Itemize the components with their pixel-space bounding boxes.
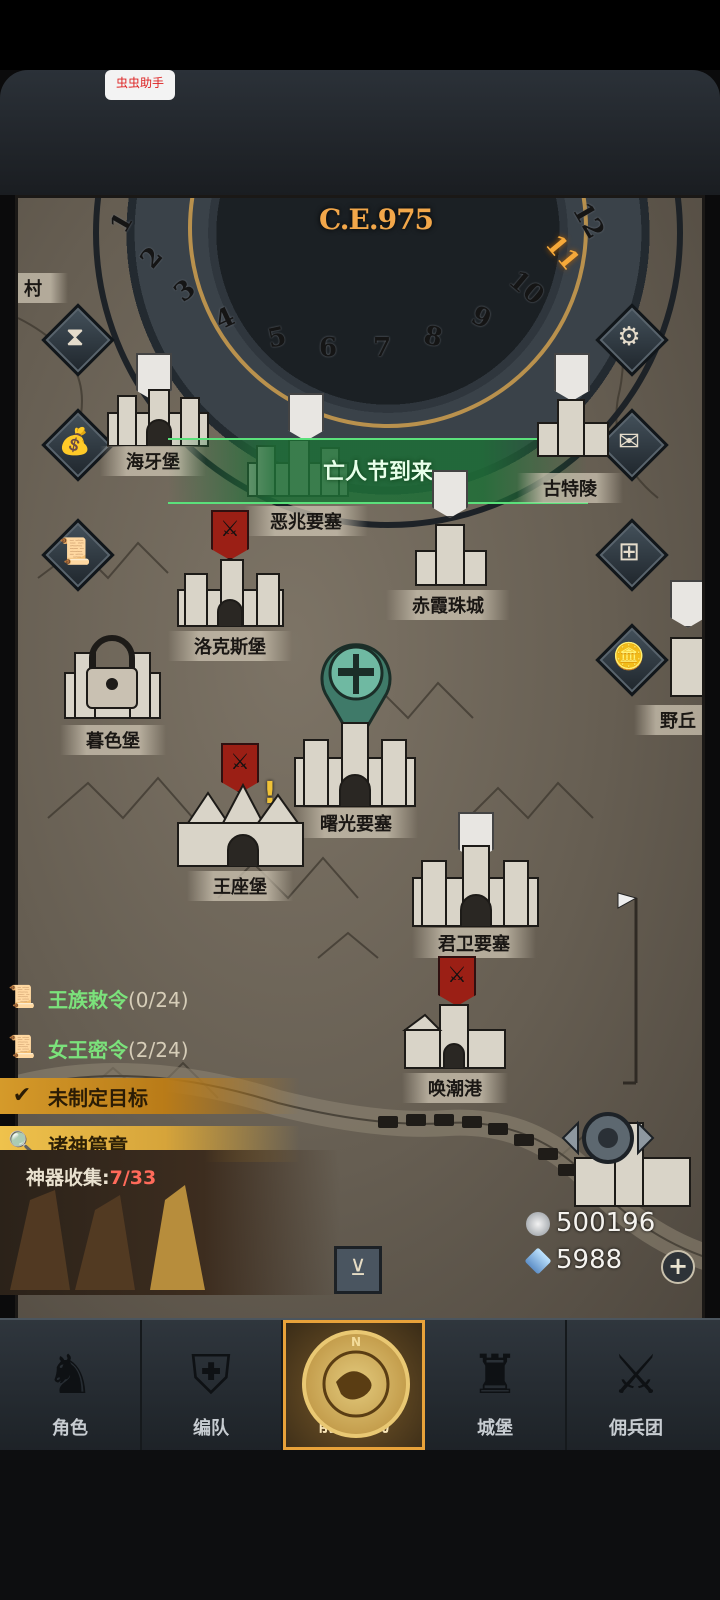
nav-character[interactable]: ♞ 角色	[0, 1320, 142, 1450]
castle-icon[interactable]	[408, 843, 543, 928]
location-label[interactable]: 王座堡	[187, 871, 293, 901]
location-label[interactable]: 古特陵	[517, 473, 623, 503]
money-bag-button[interactable]: 💰	[41, 408, 115, 482]
scroll-map-icon: 📜	[58, 537, 92, 567]
castle-icon[interactable]	[411, 523, 491, 587]
window-icon: ⊞	[618, 537, 640, 567]
castle-nav-icon: ♜	[470, 1343, 520, 1406]
knight-icon: ♞	[45, 1343, 95, 1406]
hourglass-button[interactable]: ⧗	[41, 303, 115, 377]
crossed-swords-icon: ⚔	[611, 1343, 661, 1406]
calendar-year: C.E.975	[318, 203, 434, 236]
add-currency-button[interactable]: +	[661, 1250, 695, 1284]
helper-overlay-button[interactable]: 虫虫助手	[105, 70, 175, 100]
window-button[interactable]: ⊞	[595, 518, 669, 592]
compass-icon: N	[302, 1330, 410, 1438]
system-bottom-area	[0, 1450, 720, 1600]
quest-title: 未制定目标	[48, 1086, 148, 1110]
month-7: 7	[373, 333, 392, 363]
silver-currency: 500196	[526, 1208, 655, 1238]
castle-icon[interactable]	[533, 398, 613, 458]
gear-icon: ⚙	[617, 322, 641, 352]
quest-title: 王族敕令	[48, 988, 128, 1012]
scroll-icon: 📜	[8, 985, 36, 1010]
coin-button[interactable]: 🪙	[595, 623, 669, 697]
locked-castle-icon[interactable]	[60, 628, 165, 723]
nav-formation[interactable]: ⛨ 编队	[141, 1320, 283, 1450]
quest-unset-goal[interactable]: ✔ 未制定目标	[0, 1078, 300, 1114]
status-bar	[0, 0, 720, 70]
location-label[interactable]: 赤霞珠城	[386, 590, 510, 620]
compass-letter: N	[351, 1335, 361, 1349]
map-direction-pad[interactable]	[553, 1103, 663, 1173]
location-label[interactable]: 野丘	[634, 705, 702, 735]
crystal-icon	[524, 1246, 552, 1275]
letter-icon: 📜	[8, 1035, 36, 1060]
quest-progress: (2/24)	[128, 1038, 189, 1062]
coin-icon: 🪙	[612, 642, 646, 672]
month-6: 6	[319, 333, 338, 363]
settings-button[interactable]: ⚙	[595, 303, 669, 377]
silver-coin-icon	[526, 1211, 550, 1236]
castle-icon[interactable]	[173, 558, 288, 628]
location-label[interactable]: 暮色堡	[60, 725, 166, 755]
nav-mercenary[interactable]: ⚔ 佣兵团	[566, 1320, 706, 1450]
location-label[interactable]: 曙光要塞	[294, 808, 418, 838]
scroll-map-button[interactable]: 📜	[41, 518, 115, 592]
castle-icon[interactable]	[400, 1000, 510, 1070]
nav-castle[interactable]: ♜ 城堡	[425, 1320, 567, 1450]
location-label[interactable]: 君卫要塞	[412, 928, 536, 958]
location-label[interactable]: 村	[18, 273, 68, 303]
collapse-down-icon: ⊻	[349, 1256, 367, 1281]
helmet-icon: ⛨	[190, 1343, 232, 1406]
castle-icon[interactable]	[173, 783, 308, 868]
quest-title: 女王密令	[48, 1038, 128, 1062]
location-label[interactable]: 唤潮港	[402, 1073, 508, 1103]
target-check-icon: ✔	[12, 1083, 32, 1108]
castle-icon[interactable]	[666, 628, 702, 698]
location-label[interactable]: 恶兆要塞	[244, 506, 368, 536]
castle-icon[interactable]	[290, 718, 420, 808]
money-bag-icon: 💰	[58, 427, 92, 457]
quest-queen-secret[interactable]: 📜 女王密令(2/24)	[0, 1030, 300, 1066]
crystal-currency: 5988	[524, 1245, 622, 1275]
quest-progress: (0/24)	[128, 988, 189, 1012]
collapse-button[interactable]: ⊻	[334, 1246, 382, 1294]
quest-royal-decree[interactable]: 📜 王族敕令(0/24)	[0, 980, 300, 1016]
hourglass-icon: ⧗	[65, 322, 85, 352]
location-label[interactable]: 洛克斯堡	[168, 631, 292, 661]
artifact-collection-label: 神器收集:7/33	[26, 1167, 157, 1189]
